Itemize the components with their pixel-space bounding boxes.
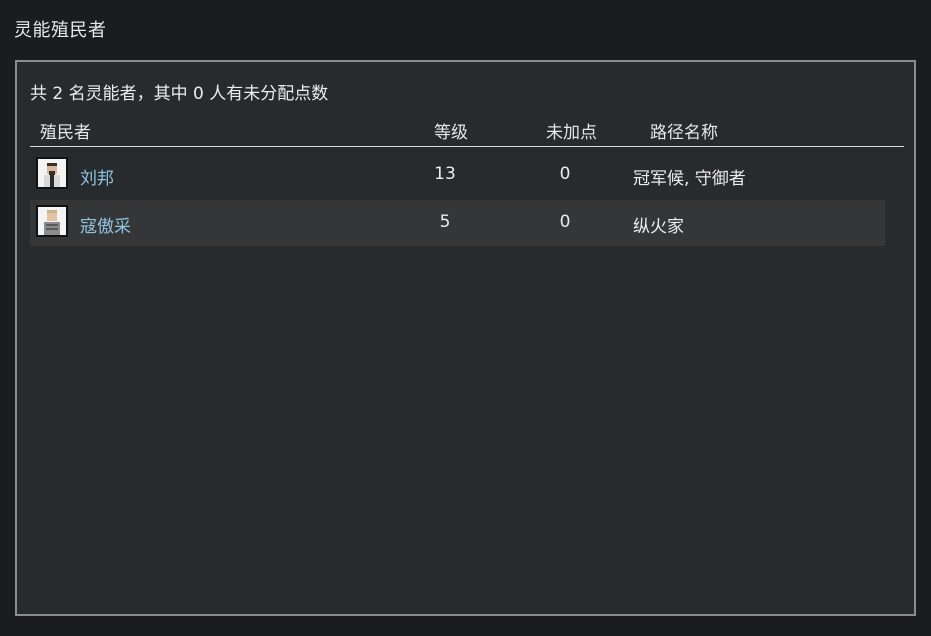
summary-text: 共 2 名灵能者，其中 0 人有未分配点数 xyxy=(30,84,329,104)
table-row[interactable]: 寇傲采 5 0 纵火家 xyxy=(30,200,885,246)
window-title: 灵能殖民者 xyxy=(14,20,107,41)
colonist-unspent-points: 0 xyxy=(559,212,571,232)
colonist-portrait-icon[interactable] xyxy=(36,157,68,189)
colonist-unspent-points: 0 xyxy=(559,164,571,184)
table-row[interactable]: 刘邦 13 0 冠军候, 守御者 xyxy=(30,152,885,198)
colonist-name-link[interactable]: 寇傲采 xyxy=(80,212,131,237)
column-header-path[interactable]: 路径名称 xyxy=(650,118,718,143)
colonist-name-link[interactable]: 刘邦 xyxy=(80,164,114,189)
column-header-unspent[interactable]: 未加点 xyxy=(546,118,597,143)
table-header: 殖民者 等级 未加点 路径名称 xyxy=(30,116,904,147)
colonist-level: 13 xyxy=(434,164,456,184)
colonist-path-names: 冠军候, 守御者 xyxy=(633,169,746,189)
colonist-list: 刘邦 13 0 冠军候, 守御者 寇傲采 5 0 纵火家 xyxy=(30,152,885,248)
colonist-portrait-icon[interactable] xyxy=(36,205,68,237)
psycaster-panel: 共 2 名灵能者，其中 0 人有未分配点数 殖民者 等级 未加点 路径名称 刘邦… xyxy=(15,60,916,616)
column-header-level[interactable]: 等级 xyxy=(434,118,468,143)
colonist-path-names: 纵火家 xyxy=(633,217,684,237)
colonist-level: 5 xyxy=(439,212,451,232)
column-header-colonist[interactable]: 殖民者 xyxy=(40,118,91,143)
